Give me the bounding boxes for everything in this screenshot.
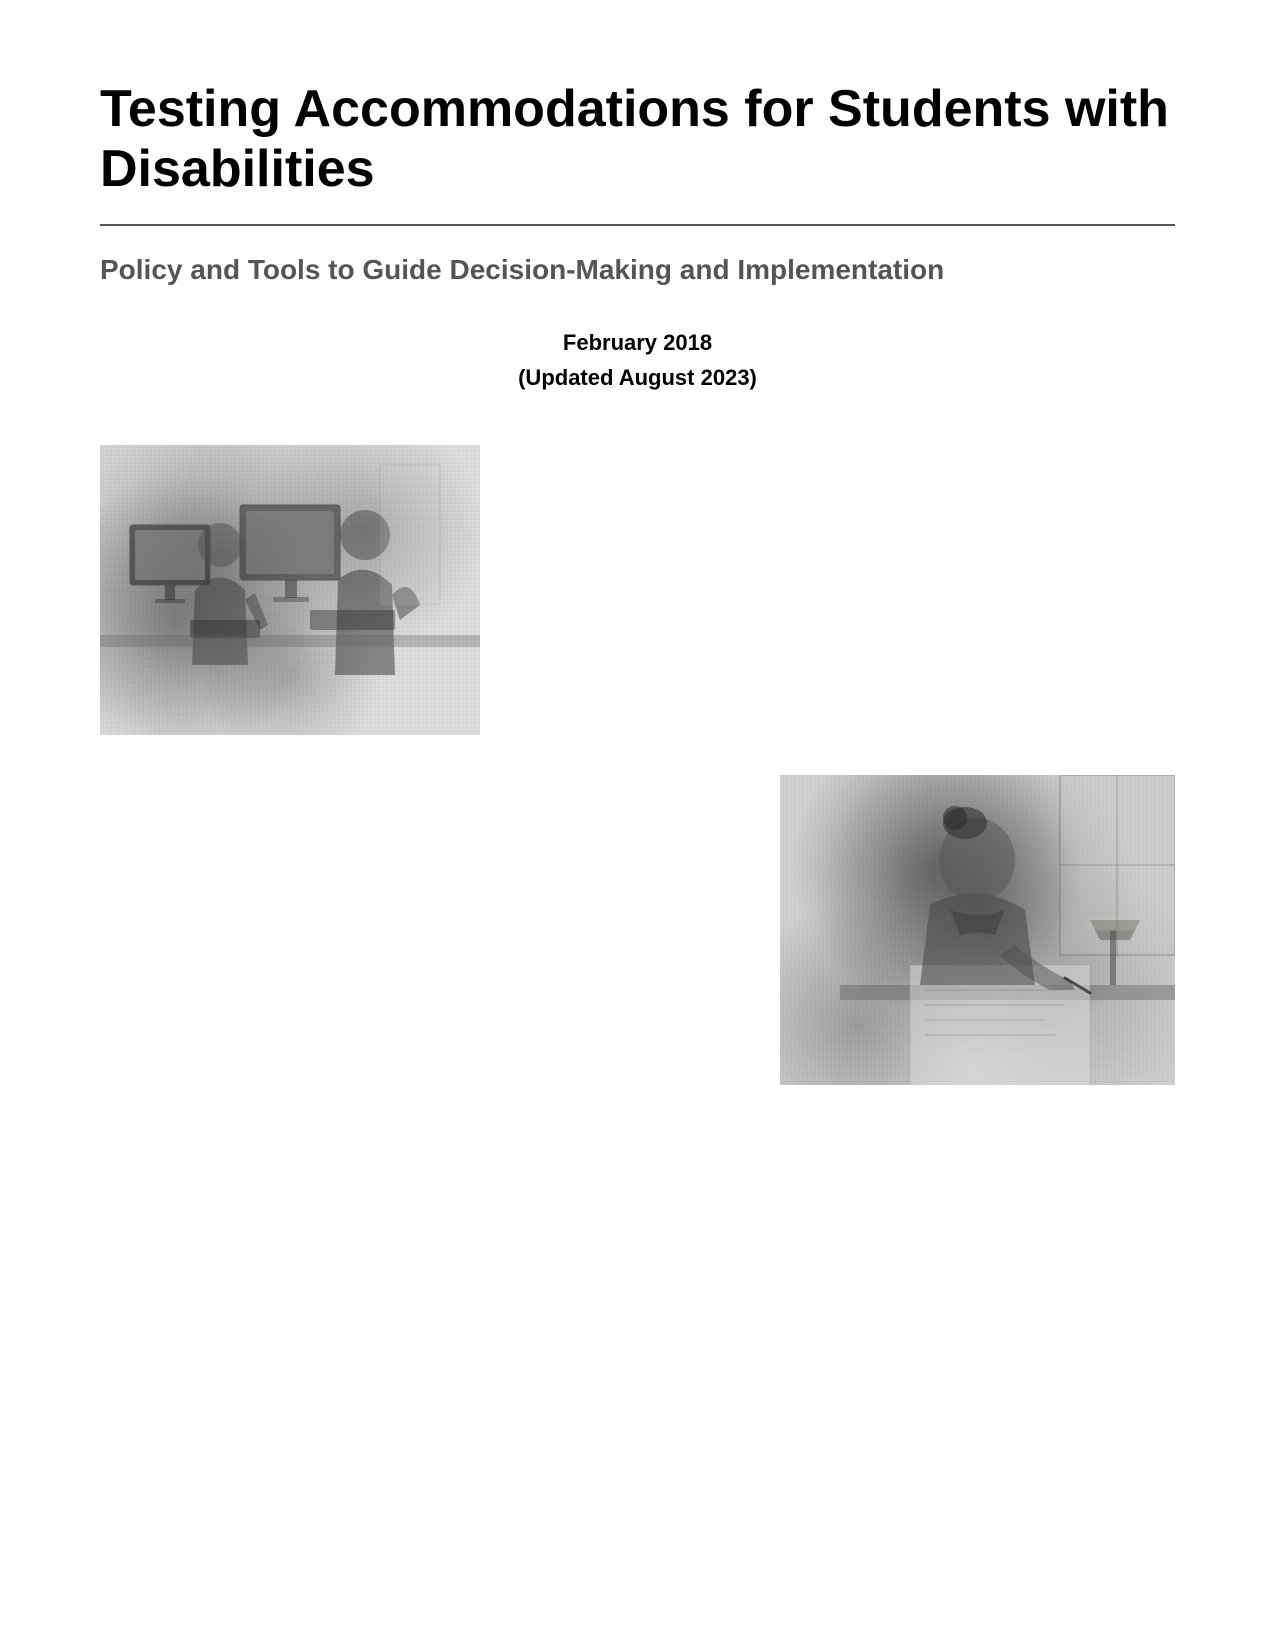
date-primary: February 2018 (100, 325, 1175, 360)
date-updated: (Updated August 2023) (100, 360, 1175, 395)
title-divider (100, 224, 1175, 226)
images-container (100, 445, 1175, 1195)
image-students-computers (100, 445, 480, 735)
page-title: Testing Accommodations for Students with… (100, 80, 1175, 200)
page-subtitle: Policy and Tools to Guide Decision-Makin… (100, 250, 1175, 289)
date-block: February 2018 (Updated August 2023) (100, 325, 1175, 395)
image-student-writing (780, 775, 1175, 1085)
